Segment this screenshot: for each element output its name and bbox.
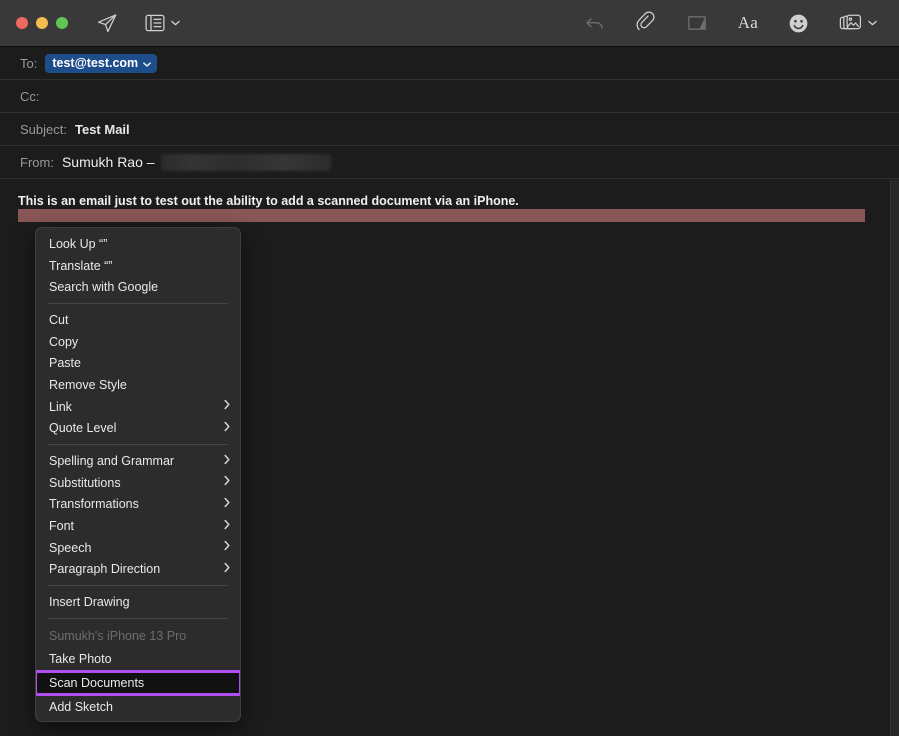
menu-item-label: Copy [49, 334, 79, 349]
menu-item-label: Remove Style [49, 377, 127, 392]
chevron-right-icon [224, 541, 230, 554]
menu-item-label: Sumukh's iPhone 13 Pro [49, 629, 187, 643]
menu-item-add-sketch[interactable]: Add Sketch [36, 696, 240, 718]
menu-item-search-with-google[interactable]: Search with Google [36, 276, 240, 298]
menu-item-label: Spelling and Grammar [49, 454, 175, 469]
menu-item-link[interactable]: Link [36, 396, 240, 418]
toolbar-left-group [96, 8, 180, 38]
menu-item-label: Insert Drawing [49, 595, 130, 610]
menu-item-label: Paragraph Direction [49, 562, 161, 577]
chevron-right-icon [224, 475, 230, 489]
chevron-right-icon [224, 562, 230, 575]
subject-field-label: Subject: [20, 121, 67, 137]
menu-item-copy[interactable]: Copy [36, 331, 240, 353]
menu-item-label: Link [49, 399, 72, 414]
chevron-right-icon [224, 497, 230, 510]
zoom-button[interactable] [56, 17, 68, 29]
menu-item-label: Search with Google [49, 280, 159, 295]
menu-item-font[interactable]: Font [36, 515, 240, 537]
attachment-icon[interactable] [636, 8, 656, 38]
text-selection-highlight [18, 209, 865, 222]
photo-browser-icon[interactable] [839, 8, 877, 38]
menu-item-quote-level[interactable]: Quote Level [36, 418, 240, 440]
menu-item-paste[interactable]: Paste [36, 352, 240, 374]
menu-item-label: Font [49, 519, 75, 534]
menu-separator [48, 618, 228, 619]
from-field-name: Sumukh Rao – [61, 154, 155, 170]
mail-compose-window: Aa To: test@test.com Cc: Subject: Test M… [0, 0, 899, 736]
menu-separator [48, 444, 228, 446]
menu-item-transformations[interactable]: Transformations [36, 494, 240, 516]
redacted-email-address [160, 153, 331, 171]
menu-item-insert-drawing[interactable]: Insert Drawing [36, 591, 240, 613]
chevron-right-icon [224, 399, 230, 413]
menu-item-label: Add Sketch [49, 699, 113, 714]
to-field-row[interactable]: To: test@test.com [0, 47, 899, 80]
menu-item-translate[interactable]: Translate “” [36, 255, 240, 277]
compose-header-fields: To: test@test.com Cc: Subject: Test Mail… [0, 47, 899, 179]
context-menu[interactable]: Look Up “” Translate “” Search with Google… [35, 227, 241, 723]
markup-icon[interactable] [686, 8, 708, 38]
menu-item-take-photo[interactable]: Take Photo [36, 648, 240, 670]
recipient-token-label: test@test.com [52, 55, 139, 70]
menu-section-header-iphone: Sumukh's iPhone 13 Pro [36, 624, 240, 648]
from-field-label: From: [20, 154, 54, 170]
header-fields-icon[interactable] [144, 8, 180, 38]
menu-item-cut[interactable]: Cut [36, 309, 240, 331]
window-toolbar: Aa [0, 0, 899, 47]
menu-item-scan-documents[interactable]: Scan Documents [36, 669, 240, 696]
toolbar-right-group: Aa [584, 8, 877, 38]
menu-item-label: Substitutions [49, 475, 121, 490]
menu-item-label: Quote Level [49, 421, 117, 436]
to-field-label: To: [20, 55, 38, 71]
format-icon[interactable]: Aa [738, 8, 758, 38]
close-button[interactable] [16, 17, 28, 29]
menu-item-label: Scan Documents [49, 675, 145, 690]
chevron-right-icon [224, 421, 230, 434]
menu-item-paragraph-direction[interactable]: Paragraph Direction [36, 559, 240, 581]
menu-item-label: Take Photo [49, 651, 112, 666]
chevron-right-icon [224, 454, 230, 467]
menu-item-label: Translate “” [49, 258, 113, 273]
emoji-icon[interactable] [788, 8, 809, 38]
chevron-right-icon [224, 519, 230, 532]
traffic-lights [16, 17, 68, 29]
cc-field-label: Cc: [20, 88, 40, 104]
from-field-value: Sumukh Rao – [61, 153, 331, 171]
minimize-button[interactable] [36, 17, 48, 29]
menu-item-look-up[interactable]: Look Up “” [36, 233, 240, 255]
from-field-row[interactable]: From: Sumukh Rao – [0, 146, 899, 179]
menu-item-label: Cut [49, 312, 69, 327]
cc-field-row[interactable]: Cc: [0, 80, 899, 113]
menu-item-label: Look Up “” [49, 236, 108, 251]
undo-icon[interactable] [584, 8, 606, 38]
menu-item-spelling-and-grammar[interactable]: Spelling and Grammar [36, 450, 240, 472]
menu-separator [48, 303, 228, 305]
chevron-down-icon [868, 20, 877, 26]
menu-separator [48, 585, 228, 587]
send-icon[interactable] [96, 8, 118, 38]
menu-item-speech[interactable]: Speech [36, 537, 240, 559]
menu-item-substitutions[interactable]: Substitutions [36, 472, 240, 494]
subject-field-value: Test Mail [74, 121, 130, 137]
menu-item-label: Speech [49, 540, 92, 555]
menu-item-label: Paste [49, 356, 81, 371]
chevron-down-icon [171, 20, 180, 26]
vertical-scrollbar[interactable] [890, 180, 899, 736]
chevron-down-icon [143, 59, 152, 69]
menu-item-remove-style[interactable]: Remove Style [36, 374, 240, 396]
message-body-text: This is an email just to test out the ab… [18, 194, 519, 208]
recipient-token[interactable]: test@test.com [45, 53, 158, 73]
subject-field-row[interactable]: Subject: Test Mail [0, 113, 899, 146]
menu-item-label: Transformations [49, 497, 139, 512]
